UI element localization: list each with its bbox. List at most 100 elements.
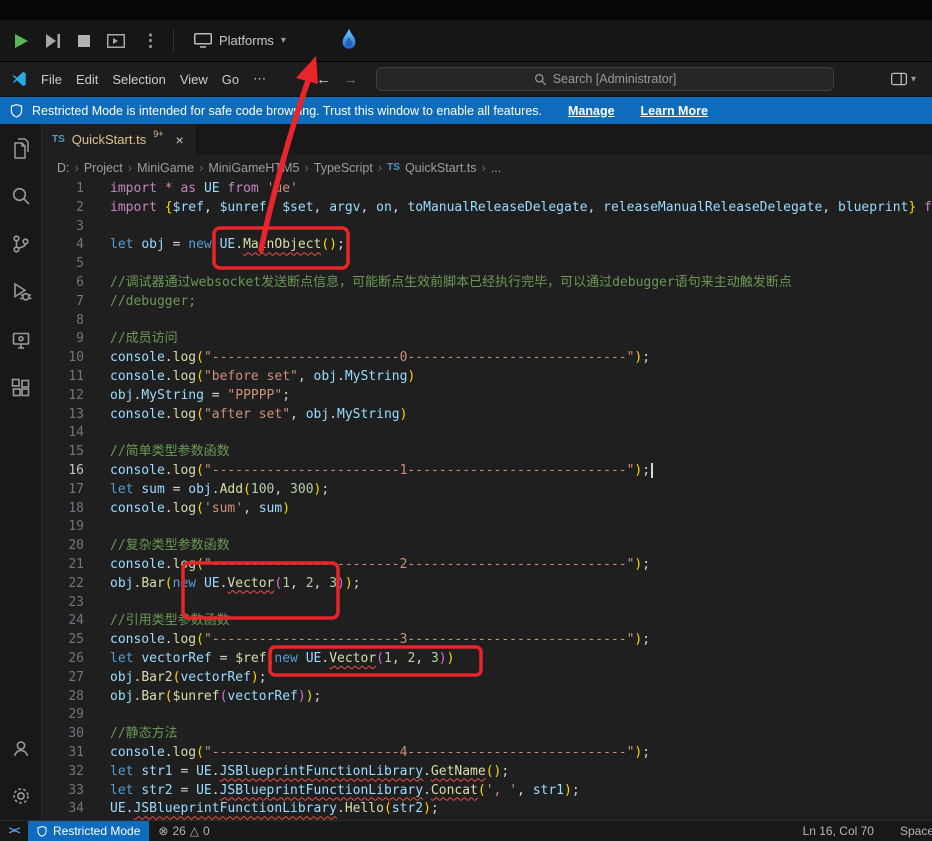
menu-edit[interactable]: Edit (69, 72, 105, 87)
code-line[interactable]: 30//静态方法 (42, 725, 932, 744)
launch-button[interactable] (107, 34, 125, 48)
code-line[interactable]: 7//debugger; (42, 293, 932, 312)
breadcrumb-item[interactable]: MiniGame (137, 161, 194, 175)
code-line[interactable]: 16console.log("------------------------1… (42, 462, 932, 481)
layout-customize-button[interactable]: ▾ (883, 72, 924, 86)
menu-view[interactable]: View (173, 72, 215, 87)
chevron-right-icon: › (378, 160, 382, 175)
search-icon[interactable] (0, 172, 42, 220)
line-number: 3 (42, 218, 110, 237)
line-number: 9 (42, 330, 110, 349)
code-line[interactable]: 34UE.JSBlueprintFunctionLibrary.Hello(st… (42, 800, 932, 819)
skip-icon (46, 34, 61, 48)
explorer-icon[interactable] (0, 124, 42, 172)
line-number: 31 (42, 744, 110, 763)
code-line[interactable]: 18console.log('sum', sum) (42, 500, 932, 519)
code-line[interactable]: 22obj.Bar(new UE.Vector(1, 2, 3)); (42, 575, 932, 594)
source-control-icon[interactable] (0, 220, 42, 268)
platforms-dropdown[interactable]: Platforms ▾ (188, 29, 292, 52)
breadcrumb-item[interactable]: MiniGameHTM5 (208, 161, 299, 175)
breadcrumb-item[interactable]: ... (491, 161, 501, 175)
code-line[interactable]: 8 (42, 312, 932, 331)
code-line[interactable]: 13console.log("after set", obj.MyString) (42, 406, 932, 425)
code-line[interactable]: 5 (42, 255, 932, 274)
code-line[interactable]: 11console.log("before set", obj.MyString… (42, 368, 932, 387)
puerts-flame-button[interactable] (338, 27, 360, 54)
command-center-search[interactable]: Search [Administrator] (376, 67, 834, 91)
code-line[interactable]: 21console.log("------------------------2… (42, 556, 932, 575)
tab-quickstart[interactable]: TS QuickStart.ts 9+ × (42, 124, 195, 155)
code-line[interactable]: 10console.log("------------------------0… (42, 349, 932, 368)
learn-more-link[interactable]: Learn More (641, 104, 708, 118)
code-line[interactable]: 2import {$ref, $unref, $set, argv, on, t… (42, 199, 932, 218)
code-line[interactable]: 24//引用类型参数函数 (42, 612, 932, 631)
code-line[interactable]: 20//复杂类型参数函数 (42, 537, 932, 556)
menu-overflow[interactable]: ⋯ (246, 71, 273, 87)
code-line[interactable]: 17let sum = obj.Add(100, 300); (42, 481, 932, 500)
main-area: TS QuickStart.ts 9+ × D: › Project › Min… (0, 124, 932, 820)
code-line[interactable]: 33let str2 = UE.JSBlueprintFunctionLibra… (42, 782, 932, 801)
search-placeholder: Search [Administrator] (553, 72, 677, 86)
close-icon[interactable]: × (175, 132, 183, 148)
code-line[interactable]: 6//调试器通过websocket发送断点信息，可能断点生效前脚本已经执行完毕，… (42, 274, 932, 293)
remote-explorer-icon[interactable] (0, 316, 42, 364)
shield-icon (37, 826, 47, 837)
breadcrumb-item[interactable]: TypeScript (314, 161, 373, 175)
code-editor[interactable]: 1import * as UE from 'ue'2import {$ref, … (42, 180, 932, 820)
code-line[interactable]: 32let str1 = UE.JSBlueprintFunctionLibra… (42, 763, 932, 782)
menu-go[interactable]: Go (215, 72, 246, 87)
stop-button[interactable] (78, 35, 90, 47)
code-line[interactable]: 23 (42, 594, 932, 613)
code-line[interactable]: 14 (42, 424, 932, 443)
breadcrumb: D: › Project › MiniGame › MiniGameHTM5 ›… (42, 155, 932, 180)
code-line[interactable]: 4let obj = new UE.MainObject(); (42, 236, 932, 255)
navigate-forward-button[interactable]: → (337, 71, 364, 88)
menu-file[interactable]: File (34, 72, 69, 87)
restricted-mode-status[interactable]: Restricted Mode (28, 821, 149, 841)
navigate-back-button[interactable]: ← (310, 71, 337, 88)
account-icon[interactable] (0, 724, 42, 772)
skip-button[interactable] (46, 34, 61, 48)
line-number: 32 (42, 763, 110, 782)
line-number: 24 (42, 612, 110, 631)
problems-status[interactable]: ⊗ 26 △ 0 (149, 824, 218, 838)
menu-selection[interactable]: Selection (105, 72, 172, 87)
tab-problems-badge: 9+ (153, 129, 163, 139)
status-bar: >< Restricted Mode ⊗ 26 △ 0 Ln 16, Col 7… (0, 820, 932, 841)
chevron-right-icon: › (128, 160, 132, 175)
code-line[interactable]: 26let vectorRef = $ref(new UE.Vector(1, … (42, 650, 932, 669)
typescript-file-icon: TS (387, 162, 400, 173)
cursor-position-status[interactable]: Ln 16, Col 70 (803, 824, 874, 838)
code-line[interactable]: 3 (42, 218, 932, 237)
toolbar-overflow-button[interactable]: ⋮ (142, 32, 159, 49)
code-line[interactable]: 25console.log("------------------------3… (42, 631, 932, 650)
toolbar-divider (173, 30, 174, 52)
code-line[interactable]: 29 (42, 706, 932, 725)
code-line[interactable]: 28obj.Bar($unref(vectorRef)); (42, 688, 932, 707)
indentation-status[interactable]: Spaces (900, 824, 932, 838)
code-line[interactable]: 31console.log("------------------------4… (42, 744, 932, 763)
code-line[interactable]: 19 (42, 518, 932, 537)
stop-icon (78, 35, 90, 47)
play-button[interactable] (14, 33, 29, 49)
code-line[interactable]: 9//成员访问 (42, 330, 932, 349)
platforms-label: Platforms (219, 33, 274, 48)
vscode-titlebar: File Edit Selection View Go ⋯ ← → Search… (0, 62, 932, 97)
breadcrumb-item[interactable]: Project (84, 161, 123, 175)
remote-indicator[interactable]: >< (0, 821, 28, 841)
breadcrumb-item[interactable]: D: (57, 161, 70, 175)
line-number: 27 (42, 669, 110, 688)
code-line[interactable]: 1import * as UE from 'ue' (42, 180, 932, 199)
code-line[interactable]: 12obj.MyString = "PPPPP"; (42, 387, 932, 406)
breadcrumb-item[interactable]: QuickStart.ts (405, 161, 477, 175)
manage-link[interactable]: Manage (568, 104, 615, 118)
tab-label: QuickStart.ts (72, 132, 146, 147)
settings-gear-icon[interactable] (0, 772, 42, 820)
run-debug-icon[interactable] (0, 268, 42, 316)
line-number: 14 (42, 424, 110, 443)
line-number: 29 (42, 706, 110, 725)
code-line[interactable]: 15//简单类型参数函数 (42, 443, 932, 462)
line-number: 11 (42, 368, 110, 387)
extensions-icon[interactable] (0, 364, 42, 412)
code-line[interactable]: 27obj.Bar2(vectorRef); (42, 669, 932, 688)
